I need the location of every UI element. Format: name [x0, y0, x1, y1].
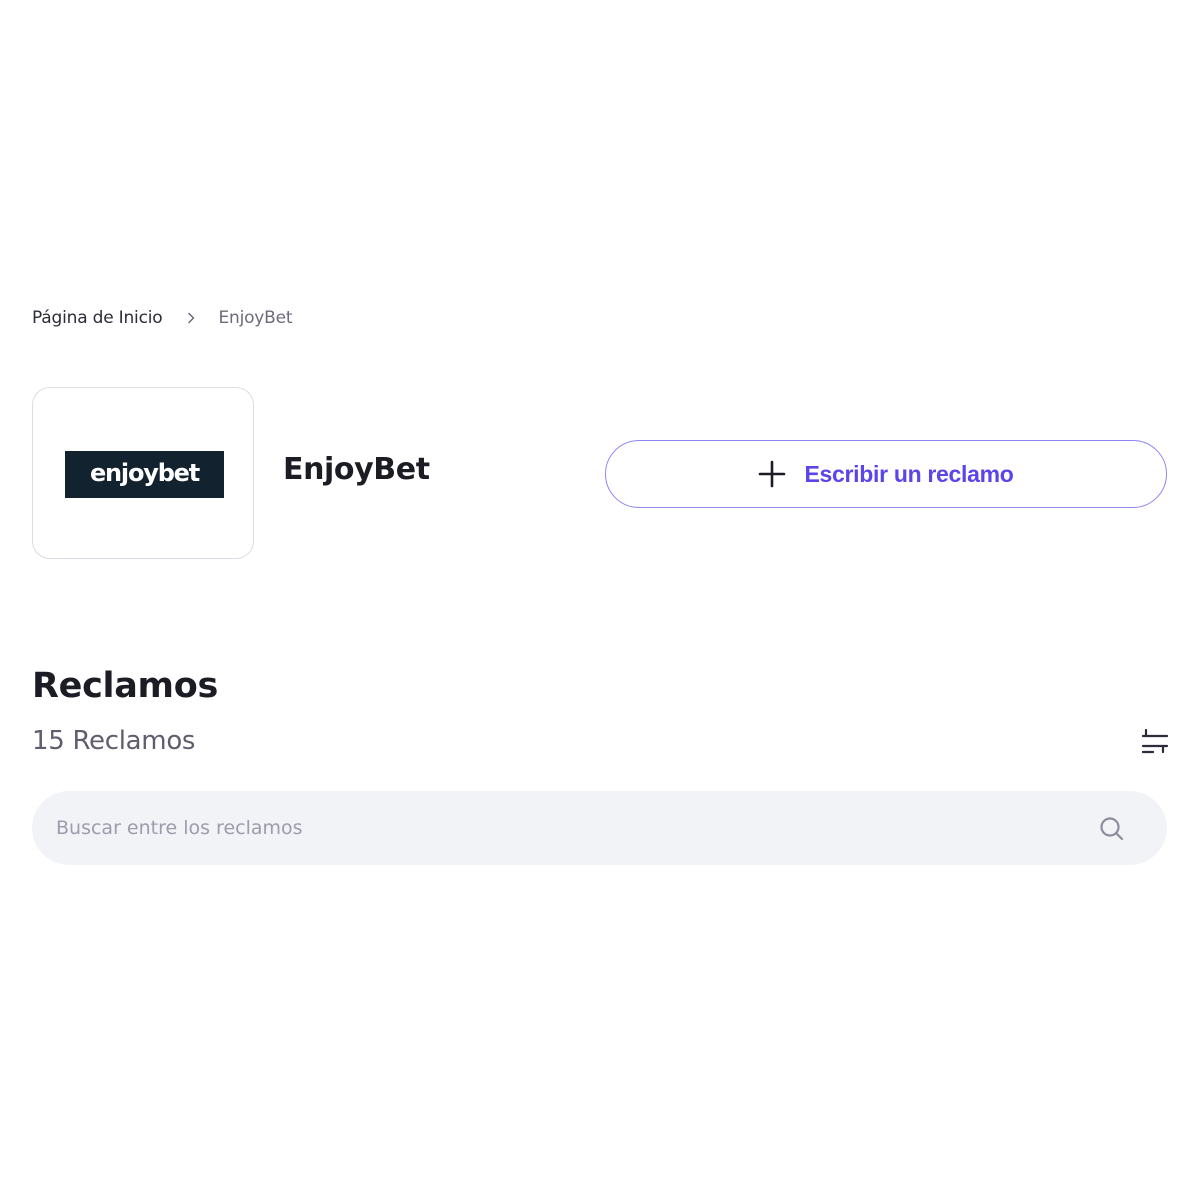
- filter-button[interactable]: [1140, 726, 1170, 756]
- breadcrumb: Página de Inicio EnjoyBet: [32, 308, 293, 328]
- complaints-count: 15 Reclamos: [32, 726, 196, 756]
- company-name: EnjoyBet: [283, 452, 430, 487]
- company-logo-card: enjoybet: [32, 387, 254, 559]
- chevron-right-icon: [184, 311, 198, 325]
- write-complaint-label: Escribir un reclamo: [804, 460, 1014, 487]
- write-complaint-button[interactable]: Escribir un reclamo: [605, 440, 1167, 508]
- complaints-title: Reclamos: [32, 666, 218, 706]
- breadcrumb-home-link[interactable]: Página de Inicio: [32, 308, 163, 328]
- company-logo: enjoybet: [65, 451, 224, 498]
- breadcrumb-current: EnjoyBet: [218, 308, 293, 328]
- sliders-icon: [1141, 728, 1169, 754]
- search-input[interactable]: [56, 791, 1076, 865]
- search-icon[interactable]: [1098, 815, 1126, 843]
- plus-icon: [758, 460, 786, 488]
- company-page: Página de Inicio EnjoyBet enjoybet Enjoy…: [0, 0, 1200, 1200]
- search-bar: [32, 791, 1167, 865]
- company-logo-text: enjoybet: [89, 459, 200, 487]
